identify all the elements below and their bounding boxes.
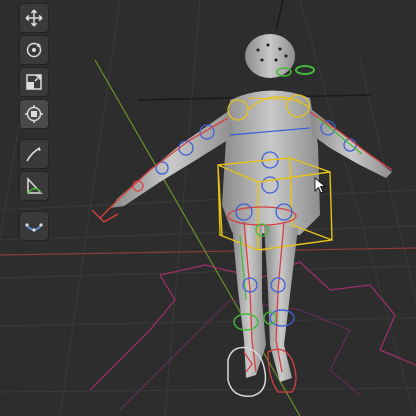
tool-shelf [19,4,49,244]
annotate-icon [26,147,41,162]
rotate-icon [26,42,42,58]
floor-grid [0,0,416,416]
move-tool-button[interactable] [20,4,48,32]
x-axis-line [0,247,416,256]
3d-viewport[interactable]: 3D Viewport character-mesh [0,0,416,416]
annotate-tool-button[interactable] [20,140,48,168]
camera-line [275,0,284,31]
transform-icon [25,105,43,123]
mouse-cursor-icon [314,177,327,194]
curve-tool-button[interactable] [20,212,48,240]
move-icon [25,9,43,27]
scale-tool-button[interactable] [20,68,48,96]
left-hand-ik[interactable] [91,209,119,223]
transform-tool-button[interactable] [20,100,48,128]
ground-outline-inner [119,299,361,411]
curve-icon [25,223,43,232]
scale-icon [26,74,42,90]
measure-tool-button[interactable] [20,172,48,200]
measure-icon [27,177,43,194]
scene-canvas[interactable] [0,0,416,416]
neck-control[interactable] [295,65,315,75]
rotate-tool-button[interactable] [20,36,48,64]
